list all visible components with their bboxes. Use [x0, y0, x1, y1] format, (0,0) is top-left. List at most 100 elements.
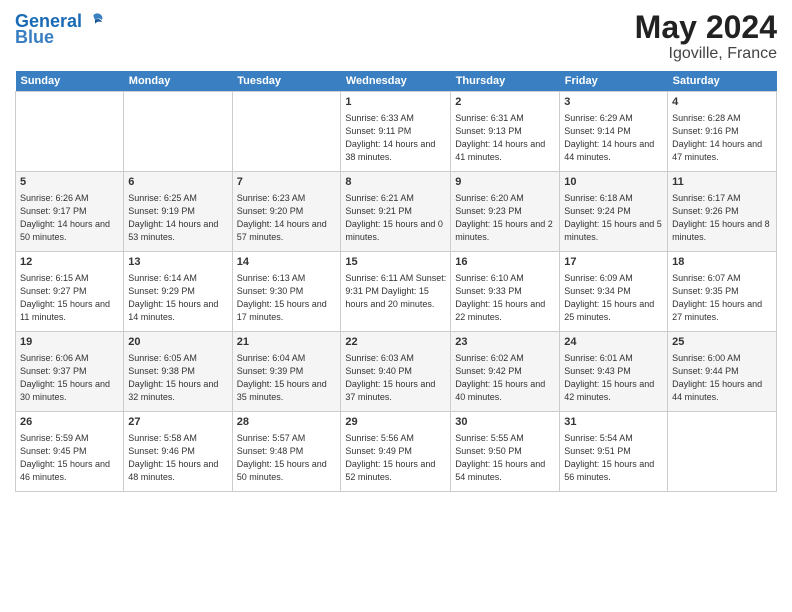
day-number: 11 [672, 175, 772, 190]
calendar-table: Sunday Monday Tuesday Wednesday Thursday… [15, 71, 777, 492]
calendar-cell: 27 Sunrise: 5:58 AM Sunset: 9:46 PM Dayli… [124, 412, 232, 492]
calendar-cell: 28 Sunrise: 5:57 AM Sunset: 9:48 PM Dayli… [232, 412, 341, 492]
calendar-cell: 22 Sunrise: 6:03 AM Sunset: 9:40 PM Dayli… [341, 332, 451, 412]
day-number: 3 [564, 95, 663, 110]
col-wednesday: Wednesday [341, 71, 451, 92]
day-number: 9 [455, 175, 555, 190]
calendar-cell: 20Sunrise: 6:05 AM Sunset: 9:38 PM Dayli… [124, 332, 232, 412]
day-info: Sunrise: 6:25 AM Sunset: 9:19 PM Dayligh… [128, 192, 227, 244]
day-number: 21 [237, 335, 337, 350]
col-friday: Friday [560, 71, 668, 92]
day-info: Sunrise: 6:06 AM Sunset: 9:37 PM Dayligh… [20, 352, 119, 404]
calendar-week-4: 19 Sunrise: 6:06 AM Sunset: 9:37 PM Dayli… [16, 332, 777, 412]
day-info: Sunrise: 6:17 AM Sunset: 9:26 PM Dayligh… [672, 192, 772, 244]
day-number: 17 [564, 255, 663, 270]
calendar-cell: 24 Sunrise: 6:01 AM Sunset: 9:43 PM Dayli… [560, 332, 668, 412]
day-info: Sunrise: 6:33 AM Sunset: 9:11 PM Dayligh… [345, 112, 446, 164]
day-info: Sunrise: 5:56 AM Sunset: 9:49 PM Dayligh… [345, 432, 446, 484]
day-info: Sunrise: 6:14 AM Sunset: 9:29 PM Dayligh… [128, 272, 227, 324]
day-info: Sunrise: 5:59 AM Sunset: 9:45 PM Dayligh… [20, 432, 119, 484]
day-number: 23 [455, 335, 555, 350]
day-info: Sunrise: 6:18 AM Sunset: 9:24 PM Dayligh… [564, 192, 663, 244]
calendar-cell [124, 92, 232, 172]
calendar-cell [16, 92, 124, 172]
day-number: 27 [128, 415, 227, 430]
day-number: 13 [128, 255, 227, 270]
day-info: Sunrise: 6:07 AM Sunset: 9:35 PM Dayligh… [672, 272, 772, 324]
calendar-cell: 8Sunrise: 6:21 AM Sunset: 9:21 PM Daylig… [341, 172, 451, 252]
calendar-cell: 9 Sunrise: 6:20 AM Sunset: 9:23 PM Daylig… [451, 172, 560, 252]
day-number: 16 [455, 255, 555, 270]
col-tuesday: Tuesday [232, 71, 341, 92]
day-number: 2 [455, 95, 555, 110]
day-info: Sunrise: 6:13 AM Sunset: 9:30 PM Dayligh… [237, 272, 337, 324]
col-saturday: Saturday [668, 71, 777, 92]
logo-bird-icon [84, 10, 106, 32]
header-row: Sunday Monday Tuesday Wednesday Thursday… [16, 71, 777, 92]
calendar-cell: 21 Sunrise: 6:04 AM Sunset: 9:39 PM Dayli… [232, 332, 341, 412]
day-number: 19 [20, 335, 119, 350]
calendar-page: General Blue May 2024 Igoville, France S… [0, 0, 792, 612]
day-info: Sunrise: 5:54 AM Sunset: 9:51 PM Dayligh… [564, 432, 663, 484]
logo-blue: Blue [15, 28, 54, 46]
calendar-cell: 31Sunrise: 5:54 AM Sunset: 9:51 PM Dayli… [560, 412, 668, 492]
day-info: Sunrise: 6:10 AM Sunset: 9:33 PM Dayligh… [455, 272, 555, 324]
day-info: Sunrise: 6:03 AM Sunset: 9:40 PM Dayligh… [345, 352, 446, 404]
calendar-cell: 7Sunrise: 6:23 AM Sunset: 9:20 PM Daylig… [232, 172, 341, 252]
day-info: Sunrise: 6:09 AM Sunset: 9:34 PM Dayligh… [564, 272, 663, 324]
calendar-cell: 23 Sunrise: 6:02 AM Sunset: 9:42 PM Dayli… [451, 332, 560, 412]
day-number: 26 [20, 415, 119, 430]
calendar-cell: 5Sunrise: 6:26 AM Sunset: 9:17 PM Daylig… [16, 172, 124, 252]
day-number: 10 [564, 175, 663, 190]
day-info: Sunrise: 6:31 AM Sunset: 9:13 PM Dayligh… [455, 112, 555, 164]
calendar-cell: 17 Sunrise: 6:09 AM Sunset: 9:34 PM Dayli… [560, 252, 668, 332]
calendar-cell: 14 Sunrise: 6:13 AM Sunset: 9:30 PM Dayli… [232, 252, 341, 332]
title-block: May 2024 Igoville, France [635, 10, 777, 63]
day-info: Sunrise: 6:01 AM Sunset: 9:43 PM Dayligh… [564, 352, 663, 404]
calendar-cell: 19 Sunrise: 6:06 AM Sunset: 9:37 PM Dayli… [16, 332, 124, 412]
calendar-cell [232, 92, 341, 172]
day-number: 12 [20, 255, 119, 270]
day-info: Sunrise: 6:20 AM Sunset: 9:23 PM Dayligh… [455, 192, 555, 244]
calendar-cell: 15 Sunrise: 6:11 AM Sunset: 9:31 PM Dayli… [341, 252, 451, 332]
day-info: Sunrise: 6:23 AM Sunset: 9:20 PM Dayligh… [237, 192, 337, 244]
calendar-week-5: 26 Sunrise: 5:59 AM Sunset: 9:45 PM Dayli… [16, 412, 777, 492]
calendar-cell: 11 Sunrise: 6:17 AM Sunset: 9:26 PM Dayli… [668, 172, 777, 252]
day-info: Sunrise: 6:15 AM Sunset: 9:27 PM Dayligh… [20, 272, 119, 324]
day-info: Sunrise: 6:02 AM Sunset: 9:42 PM Dayligh… [455, 352, 555, 404]
logo: General Blue [15, 10, 106, 46]
day-info: Sunrise: 6:28 AM Sunset: 9:16 PM Dayligh… [672, 112, 772, 164]
calendar-cell: 12 Sunrise: 6:15 AM Sunset: 9:27 PM Dayli… [16, 252, 124, 332]
day-number: 18 [672, 255, 772, 270]
month-year: May 2024 [635, 10, 777, 45]
location: Igoville, France [635, 45, 777, 63]
calendar-week-1: 1Sunrise: 6:33 AM Sunset: 9:11 PM Daylig… [16, 92, 777, 172]
day-number: 15 [345, 255, 446, 270]
calendar-cell: 25Sunrise: 6:00 AM Sunset: 9:44 PM Dayli… [668, 332, 777, 412]
day-number: 14 [237, 255, 337, 270]
calendar-cell: 16 Sunrise: 6:10 AM Sunset: 9:33 PM Dayli… [451, 252, 560, 332]
day-number: 28 [237, 415, 337, 430]
header: General Blue May 2024 Igoville, France [15, 10, 777, 63]
calendar-cell: 4 Sunrise: 6:28 AM Sunset: 9:16 PM Daylig… [668, 92, 777, 172]
calendar-cell: 18 Sunrise: 6:07 AM Sunset: 9:35 PM Dayli… [668, 252, 777, 332]
day-info: Sunrise: 5:57 AM Sunset: 9:48 PM Dayligh… [237, 432, 337, 484]
day-info: Sunrise: 5:58 AM Sunset: 9:46 PM Dayligh… [128, 432, 227, 484]
day-number: 4 [672, 95, 772, 110]
day-info: Sunrise: 6:11 AM Sunset: 9:31 PM Dayligh… [345, 272, 446, 311]
day-info: Sunrise: 5:55 AM Sunset: 9:50 PM Dayligh… [455, 432, 555, 484]
calendar-cell: 29Sunrise: 5:56 AM Sunset: 9:49 PM Dayli… [341, 412, 451, 492]
day-number: 20 [128, 335, 227, 350]
calendar-cell: 13 Sunrise: 6:14 AM Sunset: 9:29 PM Dayli… [124, 252, 232, 332]
day-number: 30 [455, 415, 555, 430]
calendar-week-2: 5Sunrise: 6:26 AM Sunset: 9:17 PM Daylig… [16, 172, 777, 252]
calendar-cell: 1Sunrise: 6:33 AM Sunset: 9:11 PM Daylig… [341, 92, 451, 172]
day-number: 24 [564, 335, 663, 350]
day-info: Sunrise: 6:04 AM Sunset: 9:39 PM Dayligh… [237, 352, 337, 404]
day-number: 22 [345, 335, 446, 350]
day-info: Sunrise: 6:29 AM Sunset: 9:14 PM Dayligh… [564, 112, 663, 164]
col-sunday: Sunday [16, 71, 124, 92]
day-number: 8 [345, 175, 446, 190]
col-monday: Monday [124, 71, 232, 92]
calendar-week-3: 12 Sunrise: 6:15 AM Sunset: 9:27 PM Dayli… [16, 252, 777, 332]
